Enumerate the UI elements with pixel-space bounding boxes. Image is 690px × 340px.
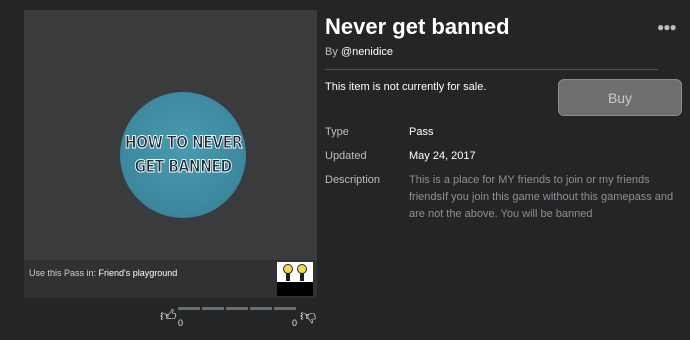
thumbs-up-icon[interactable]: 👍︎ <box>160 307 177 326</box>
game-thumbnail[interactable] <box>277 262 313 296</box>
updated-value: May 24, 2017 <box>409 150 476 162</box>
usage-footer <box>24 260 317 298</box>
type-label: Type <box>325 126 349 138</box>
updated-label: Updated <box>325 150 367 162</box>
creator-prefix: By <box>325 46 341 58</box>
figure-right-icon <box>296 264 308 281</box>
item-title: Never get banned <box>325 14 510 39</box>
buy-button[interactable]: Buy <box>558 79 682 116</box>
item-details-page: HOW TO NEVER GET BANNED Use this Pass in… <box>0 0 690 340</box>
type-value: Pass <box>409 126 434 138</box>
usage-label: Use this Pass in: Friend's playground <box>29 268 177 278</box>
usage-prefix: Use this Pass in: <box>29 268 99 278</box>
ellipsis-icon[interactable]: ●●● <box>657 20 677 34</box>
creator-line: By @nenidice <box>325 46 393 58</box>
thumbs-down-icon[interactable]: 👎︎ <box>300 307 316 326</box>
item-thumbnail: HOW TO NEVER GET BANNED <box>24 10 317 260</box>
creator-link[interactable]: @nenidice <box>341 46 393 58</box>
vote-ratio-bar <box>178 307 298 310</box>
pass-icon-text-line1: HOW TO NEVER <box>124 133 243 154</box>
game-link[interactable]: Friend's playground <box>99 268 178 278</box>
figure-left-icon <box>282 264 294 281</box>
pass-icon-image: HOW TO NEVER GET BANNED <box>120 92 246 218</box>
sale-status-text: This item is not currently for sale. <box>325 81 487 93</box>
description-text: This is a place for MY friends to join o… <box>409 174 674 220</box>
pass-icon-text-line2: GET BANNED <box>134 157 232 178</box>
description-label: Description <box>325 174 381 186</box>
item-thumbnail-panel: HOW TO NEVER GET BANNED Use this Pass in… <box>24 10 317 298</box>
downvote-count: 0 <box>292 318 298 328</box>
header-divider <box>325 69 658 70</box>
upvote-count: 0 <box>178 318 184 328</box>
